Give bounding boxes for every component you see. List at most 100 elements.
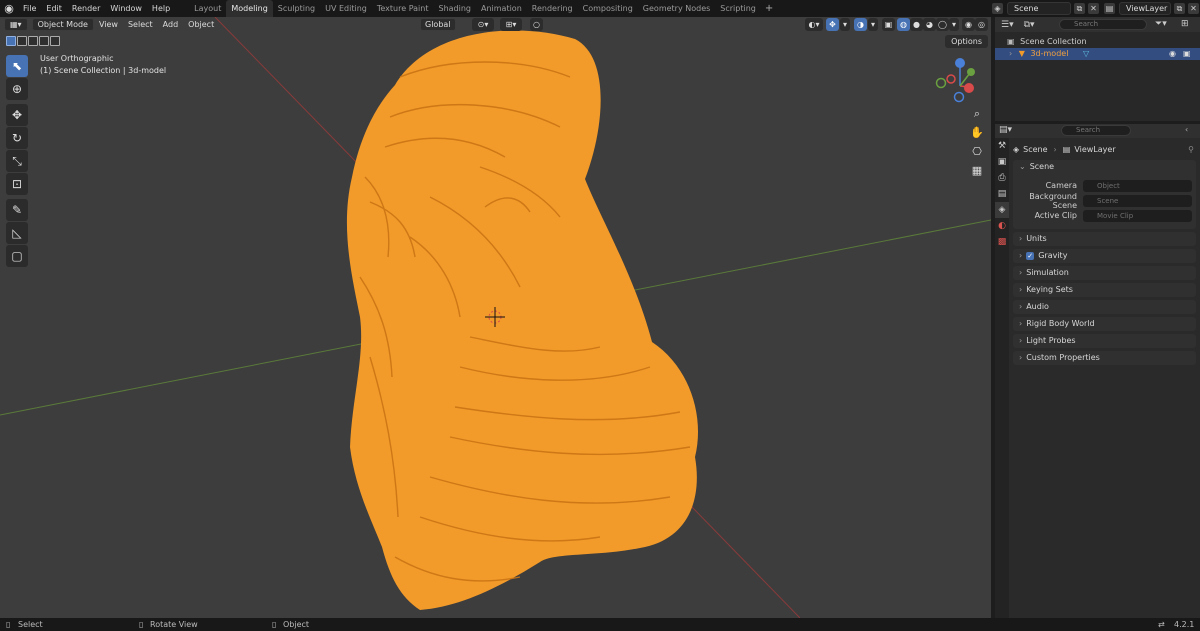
options-button[interactable]: Options — [945, 35, 988, 48]
audio-panel[interactable]: › Audio — [1013, 300, 1196, 314]
view-layer-tab-icon[interactable]: ▤ — [995, 186, 1009, 202]
measure-tool[interactable]: ◺ — [6, 222, 28, 244]
menu-file[interactable]: File — [18, 0, 41, 17]
select-extend-icon[interactable] — [17, 36, 27, 46]
pivot-point-icon[interactable]: ⊙▾ — [472, 18, 494, 31]
tool-tab-icon[interactable]: ⚒ — [995, 138, 1009, 154]
gravity-panel[interactable]: › ✓ Gravity — [1013, 249, 1196, 263]
tab-uv-editing[interactable]: UV Editing — [320, 0, 372, 17]
gizmo-dropdown-icon[interactable]: ▾ — [840, 18, 850, 31]
viewport-menu-object[interactable]: Object — [183, 20, 219, 29]
transform-tool[interactable]: ⊡ — [6, 173, 28, 195]
output-tab-icon[interactable]: ⎙ — [995, 170, 1009, 186]
view-layer-icon[interactable]: ▤ — [1104, 3, 1115, 14]
render-region-icon[interactable]: ◉ — [962, 18, 975, 31]
outliner-search-input[interactable]: Search — [1059, 19, 1147, 30]
ortho-grid-icon[interactable]: ▦ — [968, 162, 986, 180]
tab-sculpting[interactable]: Sculpting — [273, 0, 320, 17]
visibility-eye-icon[interactable]: ◉ — [1169, 48, 1176, 60]
filter-icon[interactable]: ⏷▾ — [1155, 19, 1167, 29]
render-camera-icon[interactable]: ▣ — [1183, 48, 1191, 60]
camera-lock-icon[interactable]: ◎ — [975, 18, 988, 31]
material-shading-icon[interactable]: ◕ — [923, 18, 936, 31]
move-tool[interactable]: ✥ — [6, 104, 28, 126]
tab-layout[interactable]: Layout — [189, 0, 226, 17]
tab-compositing[interactable]: Compositing — [578, 0, 638, 17]
viewport-menu-select[interactable]: Select — [123, 20, 158, 29]
new-scene-icon[interactable]: ⧉ — [1074, 3, 1085, 14]
custom-properties-panel[interactable]: › Custom Properties — [1013, 351, 1196, 365]
select-intersect-icon[interactable] — [50, 36, 60, 46]
scene-selector[interactable]: Scene — [1007, 2, 1071, 15]
scene-icon[interactable]: ◈ — [992, 3, 1003, 14]
properties-editor-icon[interactable]: ▤▾ — [999, 125, 1012, 135]
camera-field[interactable]: Object — [1083, 179, 1192, 192]
display-mode-icon[interactable]: ⧉▾ — [1024, 20, 1035, 30]
proportional-editing-icon[interactable]: ○ — [530, 18, 543, 31]
select-new-icon[interactable] — [6, 36, 16, 46]
active-clip-field[interactable]: Movie Clip — [1083, 209, 1192, 222]
tab-texture-paint[interactable]: Texture Paint — [372, 0, 434, 17]
gizmo-toggle-icon[interactable]: ✥ — [826, 18, 839, 31]
scale-tool[interactable]: ⤡ — [6, 150, 28, 172]
select-difference-icon[interactable] — [39, 36, 49, 46]
tab-rendering[interactable]: Rendering — [527, 0, 578, 17]
solid-shading-icon[interactable]: ● — [910, 18, 923, 31]
tab-geometry-nodes[interactable]: Geometry Nodes — [638, 0, 715, 17]
select-subtract-icon[interactable] — [28, 36, 38, 46]
overlays-dropdown-icon[interactable]: ▾ — [868, 18, 878, 31]
gravity-checkbox[interactable]: ✓ — [1026, 252, 1035, 260]
view-layer-selector[interactable]: ViewLayer — [1119, 2, 1171, 15]
delete-view-layer-icon[interactable]: ✕ — [1188, 3, 1199, 14]
rendered-shading-icon[interactable]: ◯ — [936, 18, 949, 31]
world-tab-icon[interactable]: ◐ — [995, 218, 1009, 234]
light-probes-panel[interactable]: › Light Probes — [1013, 334, 1196, 348]
camera-view-icon[interactable]: ⎔ — [968, 143, 986, 161]
rotate-tool[interactable]: ↻ — [6, 127, 28, 149]
outliner-editor-icon[interactable]: ☰▾ — [1001, 20, 1014, 30]
scene-panel-header[interactable]: ⌄ Scene — [1013, 160, 1196, 174]
menu-help[interactable]: Help — [147, 0, 175, 17]
add-cube-tool[interactable]: ▢ — [6, 245, 28, 267]
viewport-menu-add[interactable]: Add — [158, 20, 184, 29]
expand-chevron-icon[interactable]: › — [1009, 49, 1012, 58]
select-box-tool[interactable]: ⬉ — [6, 55, 28, 77]
scene-tab-icon[interactable]: ◈ — [995, 202, 1009, 218]
annotate-tool[interactable]: ✎ — [6, 199, 28, 221]
properties-search-input[interactable]: Search — [1061, 125, 1131, 136]
rigid-body-world-panel[interactable]: › Rigid Body World — [1013, 317, 1196, 331]
tab-animation[interactable]: Animation — [476, 0, 527, 17]
wireframe-shading-icon[interactable]: ◍ — [897, 18, 910, 31]
shading-dropdown-icon[interactable]: ▾ — [949, 18, 959, 31]
3d-viewport[interactable]: ▦▾ Object Mode View Select Add Object Gl… — [0, 17, 991, 618]
new-collection-icon[interactable]: ⊞ — [1181, 19, 1189, 29]
simulation-panel[interactable]: › Simulation — [1013, 266, 1196, 280]
tab-scripting[interactable]: Scripting — [715, 0, 761, 17]
mode-dropdown[interactable]: Object Mode — [31, 18, 94, 31]
transform-orientation-dropdown[interactable]: Global — [420, 18, 456, 31]
overlays-toggle-icon[interactable]: ◑ — [854, 18, 867, 31]
background-scene-field[interactable]: Scene — [1083, 194, 1192, 207]
menu-window[interactable]: Window — [105, 0, 147, 17]
viewport-menu-view[interactable]: View — [94, 20, 123, 29]
new-view-layer-icon[interactable]: ⧉ — [1174, 3, 1185, 14]
visibility-icon[interactable]: ◐▾ — [805, 18, 823, 31]
collapse-chevron-icon[interactable]: ‹ — [1185, 125, 1188, 134]
menu-edit[interactable]: Edit — [41, 0, 67, 17]
delete-scene-icon[interactable]: ✕ — [1088, 3, 1099, 14]
editor-type-button[interactable]: ▦▾ — [4, 18, 28, 31]
keying-sets-panel[interactable]: › Keying Sets — [1013, 283, 1196, 297]
render-tab-icon[interactable]: ▣ — [995, 154, 1009, 170]
tree-row-scene-collection[interactable]: ▣ Scene Collection — [995, 36, 1200, 48]
blender-logo-icon[interactable]: ◉ — [0, 0, 18, 17]
pan-hand-icon[interactable]: ✋ — [968, 124, 986, 142]
xray-toggle-icon[interactable]: ▣ — [882, 18, 895, 31]
add-workspace-button[interactable]: + — [761, 0, 777, 17]
zoom-icon[interactable]: ⌕ — [968, 105, 986, 123]
units-panel[interactable]: › Units — [1013, 232, 1196, 246]
tab-modeling[interactable]: Modeling — [226, 0, 273, 17]
texture-tab-icon[interactable]: ▩ — [995, 234, 1009, 250]
pin-icon[interactable]: ⚲ — [1188, 145, 1194, 154]
tab-shading[interactable]: Shading — [433, 0, 476, 17]
snap-icon[interactable]: ⊞▾ — [500, 18, 522, 31]
